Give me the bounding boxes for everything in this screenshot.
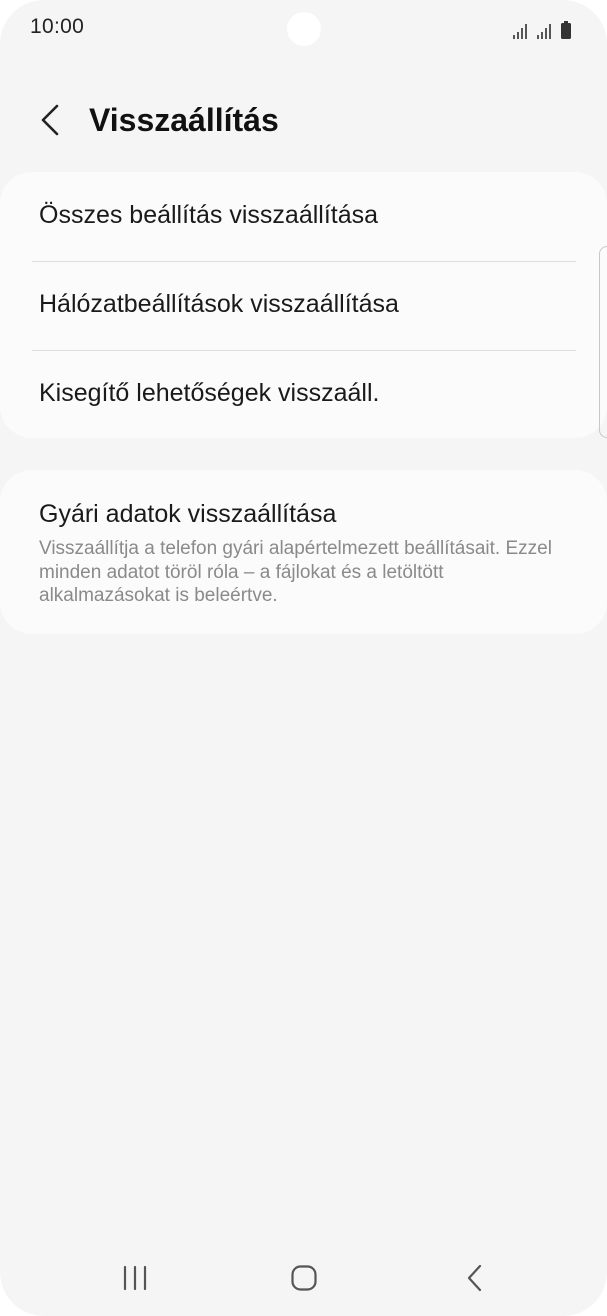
battery-icon — [561, 21, 571, 39]
factory-reset-card: Gyári adatok visszaállítása Visszaállítj… — [0, 470, 607, 634]
list-item-label: Hálózatbeállítások visszaállítása — [39, 290, 399, 318]
home-button[interactable] — [282, 1262, 326, 1298]
signal-icon — [537, 23, 555, 39]
recents-icon — [121, 1265, 149, 1296]
reset-options-card: Összes beállítás visszaállítása Hálózatb… — [0, 172, 607, 438]
factory-data-reset-item[interactable]: Gyári adatok visszaállítása Visszaállítj… — [0, 470, 607, 634]
app-header: Visszaállítás — [0, 90, 607, 156]
front-camera-cutout — [287, 12, 321, 46]
nav-back-button[interactable] — [453, 1262, 497, 1298]
scroll-indicator[interactable] — [599, 246, 607, 438]
list-item-label: Összes beállítás visszaállítása — [39, 201, 379, 229]
back-icon — [465, 1264, 485, 1297]
factory-reset-title: Gyári adatok visszaállítása — [39, 500, 337, 528]
reset-accessibility-settings-item[interactable]: Kisegítő lehetőségek visszaáll. — [0, 350, 607, 438]
reset-network-settings-item[interactable]: Hálózatbeállítások visszaállítása — [0, 261, 607, 349]
status-time: 10:00 — [30, 15, 85, 38]
list-item-label: Kisegítő lehetőségek visszaáll. — [39, 379, 380, 407]
back-button[interactable] — [30, 102, 70, 142]
recents-button[interactable] — [113, 1262, 157, 1298]
status-bar: 10:00 — [0, 0, 607, 56]
chevron-left-icon — [39, 103, 61, 142]
home-icon — [290, 1264, 318, 1297]
status-icons — [513, 19, 571, 39]
factory-reset-description: Visszaállítja a telefon gyári alapértelm… — [39, 538, 552, 606]
phone-screen: 10:00 Visszaállítás Összes beállítás vis… — [0, 0, 607, 1316]
reset-all-settings-item[interactable]: Összes beállítás visszaállítása — [0, 172, 607, 260]
navigation-bar — [0, 1244, 607, 1316]
signal-icon — [513, 23, 531, 39]
page-title: Visszaállítás — [89, 102, 279, 138]
